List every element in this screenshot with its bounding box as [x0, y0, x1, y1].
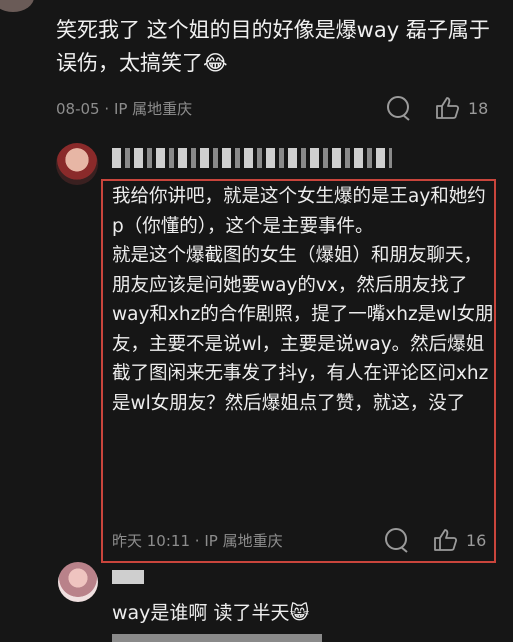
comment-meta-obscured — [112, 634, 322, 642]
avatar-top[interactable] — [0, 0, 34, 12]
reply-paragraph: 我给你讲吧，就是这个女生爆的是王ay和她约p（你懂的），这个是主要事件。 — [112, 186, 486, 237]
speech-bubble-icon — [385, 528, 408, 553]
like-button[interactable]: 16 — [432, 527, 486, 553]
reply-username-obscured[interactable] — [112, 148, 392, 168]
reply-date: 昨天 10:11 — [112, 532, 190, 550]
reply-button[interactable] — [382, 526, 410, 554]
avatar-3[interactable] — [58, 562, 98, 602]
reply-location: IP 属地重庆 — [204, 532, 283, 550]
comment-text: way是谁啊 读了半天😸 — [112, 602, 310, 624]
avatar-reply[interactable] — [56, 143, 98, 185]
like-button[interactable]: 18 — [434, 95, 488, 121]
reply-paragraph: 就是这个爆截图的女生（爆姐）和朋友聊天，朋友应该是问她要way的vx，然后朋友找… — [112, 245, 494, 414]
reply-button[interactable] — [384, 94, 412, 122]
like-count: 18 — [468, 98, 489, 118]
username-obscured[interactable] — [112, 570, 144, 584]
reply-meta: 昨天 10:11 · IP 属地重庆 — [112, 530, 283, 551]
thumbs-up-icon — [436, 97, 460, 119]
thumbs-up-icon — [434, 529, 458, 551]
comment-meta: 08-05 · IP 属地重庆 — [56, 98, 192, 119]
comment-date: 08-05 — [56, 100, 100, 118]
meta-dot: · — [104, 100, 110, 118]
speech-bubble-icon — [387, 96, 410, 121]
comment-text: 笑死我了 这个姐的目的好像是爆way 磊子属于误伤，太搞笑了😂 — [56, 18, 490, 75]
meta-dot: · — [194, 532, 200, 550]
comment-actions: 18 — [384, 94, 488, 122]
reply-actions: 16 — [382, 526, 486, 554]
comment-location: IP 属地重庆 — [113, 100, 193, 118]
like-count: 16 — [466, 530, 487, 550]
reply-text: 我给你讲吧，就是这个女生爆的是王ay和她约p（你懂的），这个是主要事件。 就是这… — [112, 182, 496, 418]
